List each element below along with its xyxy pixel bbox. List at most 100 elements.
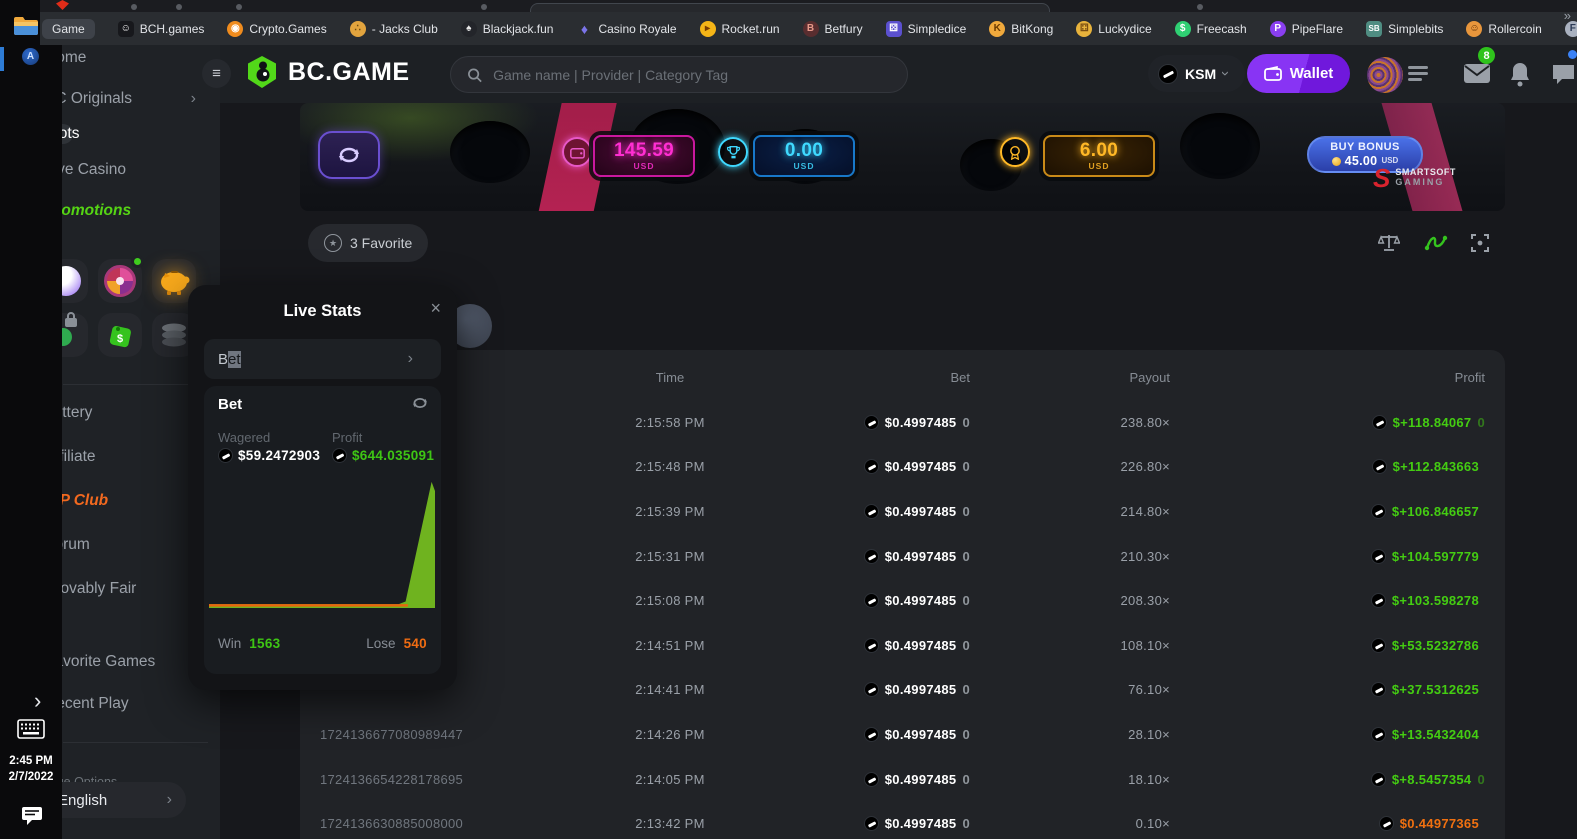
browser-active-tab[interactable] [530, 3, 1050, 12]
bet-amount: $0.49974850 [820, 727, 970, 742]
tab-icon[interactable] [131, 4, 137, 10]
bet-row[interactable]: 2:15:08 PM $0.49974850 208.30× $+103.598… [300, 578, 1505, 623]
bell-icon[interactable] [1509, 61, 1531, 87]
bookmark-item[interactable]: ∴ - Jacks Club [350, 21, 438, 37]
bookmark-item[interactable]: B Betfury [803, 21, 863, 37]
col-time: Time [520, 370, 820, 385]
bookmark-item[interactable]: ♦ Casino Royale [576, 21, 676, 37]
currency-code: KSM [1185, 66, 1216, 82]
sidebar-item[interactable]: BC Originals › [45, 89, 210, 108]
currency-selector[interactable]: KSM › [1148, 55, 1245, 92]
favorite-count-button[interactable]: ★ 3 Favorite [308, 224, 428, 262]
sidebar-item[interactable]: VIP Club [45, 491, 210, 510]
bet-row[interactable]: 2:15:48 PM $0.49974850 226.80× $+112.843… [300, 445, 1505, 490]
bet-profit: $+13.5432404 [1170, 727, 1485, 742]
ksm-coin-icon [218, 448, 233, 463]
sidebar-item[interactable]: Forum [45, 535, 210, 554]
bookmark-item[interactable]: SB Simplebits [1366, 21, 1443, 37]
close-icon[interactable]: × [430, 298, 441, 319]
wallet-button[interactable]: Wallet [1247, 54, 1350, 93]
bet-row[interactable]: 2:15:58 PM $0.49974850 238.80× $+118.840… [300, 400, 1505, 445]
sidebar-item[interactable]: Provably Fair [45, 579, 210, 598]
bet-row[interactable]: 1724136677080989447 2:14:26 PM $0.499748… [300, 712, 1505, 757]
tab-icon[interactable] [481, 4, 487, 10]
sidebar-nav-secondary: Lottery Affiliate VIP Club Forum Provabl… [45, 403, 210, 598]
mail-icon[interactable] [1463, 63, 1491, 84]
tab-icon[interactable] [1197, 4, 1203, 10]
jackpot-unit: USD [1089, 162, 1110, 171]
fullscreen-icon[interactable] [1470, 233, 1490, 253]
chat-icon[interactable] [1551, 63, 1576, 86]
bookmark-item[interactable]: ☺ BCH.games [118, 21, 205, 37]
ksm-coin-icon [864, 549, 879, 564]
user-avatar[interactable] [1367, 57, 1403, 93]
ksm-coin-icon [1371, 772, 1386, 787]
bookmark-item[interactable]: K BitKong [989, 21, 1053, 37]
bookmark-label: Rollercoin [1488, 22, 1541, 36]
bookmark-item[interactable]: ☺ Rollercoin [1466, 21, 1541, 37]
win-label: Win [218, 636, 241, 651]
ksm-coin-icon [1371, 727, 1386, 742]
expand-toolbar-icon[interactable]: › [34, 688, 41, 714]
bet-payout: 210.30× [970, 549, 1170, 564]
bookmark-item[interactable]: ▸ Rocket.run [700, 21, 780, 37]
bet-row[interactable]: 1724136654228178695 2:14:05 PM $0.499748… [300, 757, 1505, 802]
live-stats-icon[interactable] [1424, 233, 1448, 253]
favorite-label: 3 Favorite [350, 235, 412, 251]
bookmark-item[interactable]: ◉ Crypto.Games [227, 21, 326, 37]
app-badge[interactable]: A [22, 48, 39, 65]
bet-payout: 214.80× [970, 504, 1170, 519]
folder-icon[interactable] [13, 15, 39, 37]
ksm-coin-icon [1372, 415, 1387, 430]
sidebar-item[interactable]: Recent Play [45, 694, 210, 713]
sidebar-toggle-button[interactable]: ≡ [202, 59, 231, 88]
bcgame-logo[interactable]: BC.GAME [245, 55, 410, 89]
bookmark-item[interactable]: Game [42, 19, 95, 39]
jackpot-refresh-button[interactable] [318, 131, 380, 179]
tab-icon[interactable] [236, 4, 242, 10]
bookmark-item[interactable]: ⚃ Luckydice [1076, 21, 1151, 37]
sidebar-item[interactable]: Favorite Games [45, 652, 210, 671]
stats-mode-select[interactable]: Bet › [204, 339, 441, 379]
sidebar-item[interactable]: Home [45, 48, 210, 67]
keyboard-icon[interactable] [17, 719, 45, 739]
piggy-bank-icon [157, 267, 191, 295]
bet-row[interactable]: 1724136630885008000 2:13:42 PM $0.499748… [300, 801, 1505, 839]
table-header-row: Time Bet Payout Profit [300, 370, 1505, 385]
search-input[interactable] [491, 66, 891, 84]
jackpot-unit: USD [634, 162, 655, 171]
bookmark-item[interactable]: ♠ Blackjack.fun [461, 21, 554, 37]
side-toolbar-top [0, 0, 40, 45]
account-menu-icon[interactable] [1408, 66, 1428, 84]
bet-row[interactable]: 2:14:51 PM $0.49974850 108.10× $+53.5232… [300, 623, 1505, 668]
clock-time: 2:45 PM [0, 753, 62, 769]
bet-profit: $+103.598278 [1170, 593, 1485, 608]
bookmark-item[interactable]: P PipeFlare [1270, 21, 1343, 37]
table-body: 2:15:58 PM $0.49974850 238.80× $+118.840… [300, 400, 1505, 839]
reset-stats-icon[interactable] [411, 395, 429, 411]
gold-coin-icon [1332, 157, 1341, 166]
bet-payout: 76.10× [970, 682, 1170, 697]
bookmarks-overflow-icon[interactable]: » [1564, 8, 1571, 23]
bookmark-favicon-icon: ☺ [118, 21, 134, 37]
ksm-coin-icon [864, 682, 879, 697]
fairness-scales-icon[interactable] [1378, 233, 1400, 253]
bookmark-item[interactable]: $ Freecash [1175, 21, 1247, 37]
sidebar-item[interactable]: Affiliate [45, 447, 210, 466]
tile-spin-wheel[interactable] [98, 259, 142, 303]
sidebar-item[interactable]: Lottery [45, 403, 210, 422]
sidebar-item[interactable]: Promotions [45, 201, 210, 220]
notes-icon[interactable] [21, 806, 43, 826]
jackpot-display: 145.59 USD [593, 135, 695, 177]
bet-row[interactable]: 2:15:39 PM $0.49974850 214.80× $+106.846… [300, 489, 1505, 534]
sidebar-item[interactable]: Live Casino [45, 160, 210, 179]
bookmarks-bar: Game ☺ BCH.games ◉ Crypto.Games ∴ - Jack… [0, 12, 1577, 45]
bet-row[interactable]: 2:14:41 PM $0.49974850 76.10× $+37.53126… [300, 668, 1505, 713]
profit-value: $644.035091 [332, 448, 434, 463]
bookmark-item[interactable]: ⚄ Simpledice [886, 21, 967, 37]
tab-icon[interactable] [176, 4, 182, 10]
col-payout: Payout [970, 370, 1170, 385]
tile-price-tag[interactable]: $ [98, 313, 142, 357]
bet-row[interactable]: 2:15:31 PM $0.49974850 210.30× $+104.597… [300, 534, 1505, 579]
bets-table: Time Bet Payout Profit 2:15:58 PM $0.499… [300, 350, 1505, 839]
